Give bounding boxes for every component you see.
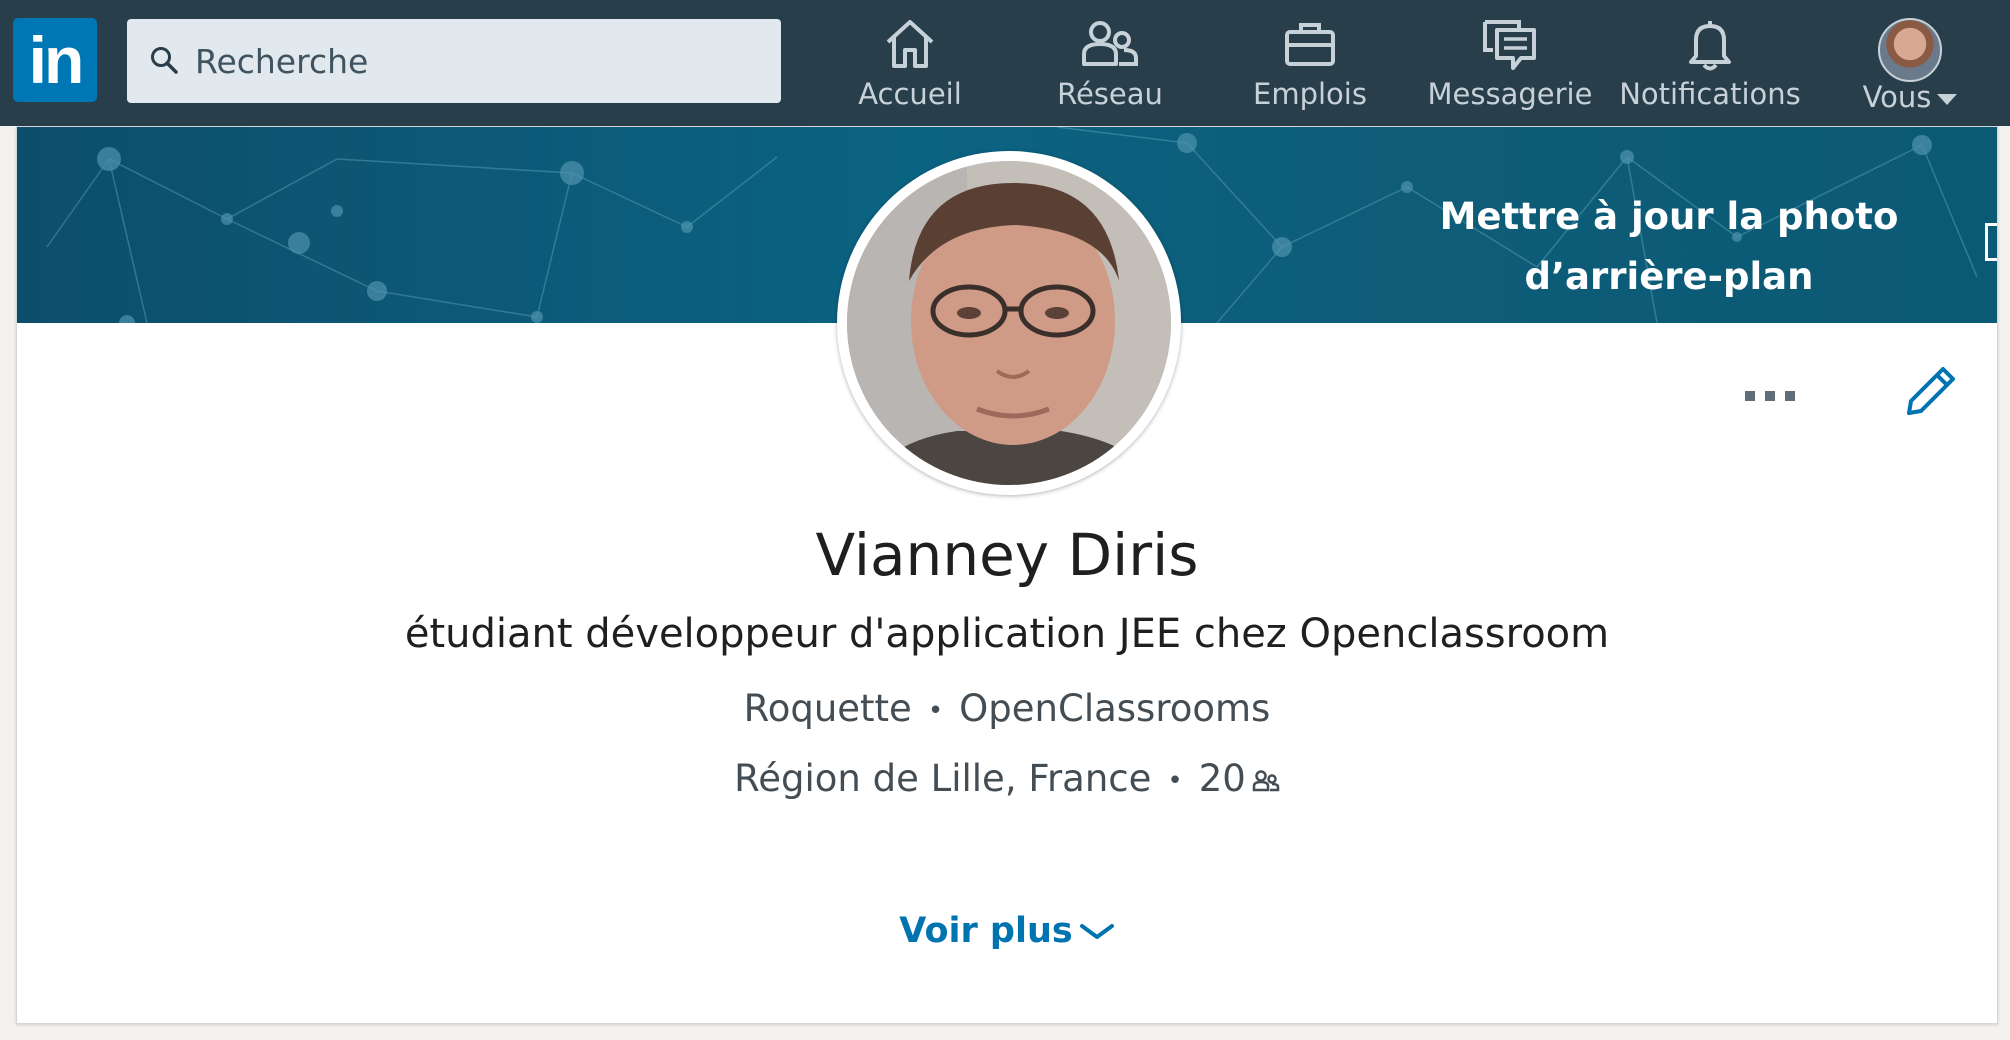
- chevron-down-icon: [1079, 924, 1114, 939]
- nav-label-me: Vous: [1862, 80, 1932, 114]
- nav-item-jobs[interactable]: Emplois: [1210, 0, 1410, 126]
- connections-icon: [1252, 769, 1280, 791]
- nav-item-notifications[interactable]: Notifications: [1610, 0, 1810, 126]
- nav-item-network[interactable]: Réseau: [1010, 0, 1210, 126]
- show-more-button[interactable]: Voir plus: [17, 911, 1997, 951]
- nav-label-home: Accueil: [858, 77, 962, 111]
- profile-school[interactable]: OpenClassrooms: [959, 687, 1270, 730]
- caret-down-icon: [1937, 93, 1958, 105]
- nav-label-network: Réseau: [1057, 77, 1163, 111]
- profile-card: Mettre à jour la photo d’arrière-plan Vi…: [16, 126, 1998, 1024]
- top-nav-bar: in Accueil Réseau Emplois: [0, 0, 2010, 126]
- bell-icon: [1689, 21, 1731, 71]
- home-icon: [886, 20, 934, 68]
- network-icon: [1082, 21, 1138, 66]
- update-background-photo-link[interactable]: Mettre à jour la photo d’arrière-plan: [1369, 187, 1969, 307]
- edit-background-icon[interactable]: [1985, 223, 1997, 261]
- search-icon: [151, 47, 178, 74]
- search-box[interactable]: [127, 19, 781, 103]
- nav-item-messaging[interactable]: Messagerie: [1410, 0, 1610, 126]
- separator-dot: •: [927, 695, 944, 726]
- search-input[interactable]: [195, 19, 755, 103]
- linkedin-logo[interactable]: in: [13, 18, 97, 102]
- more-actions-button[interactable]: [1745, 381, 1805, 411]
- profile-photo-portrait: [847, 161, 1171, 485]
- profile-location: Région de Lille, France: [734, 757, 1152, 800]
- show-more-label: Voir plus: [899, 911, 1073, 951]
- nav-label-messaging: Messagerie: [1427, 77, 1593, 111]
- profile-company-line: Roquette • OpenClassrooms: [17, 687, 1997, 730]
- profile-photo: [847, 161, 1171, 485]
- profile-name: Vianney Diris: [815, 521, 1199, 589]
- messaging-icon: [1483, 20, 1536, 70]
- connections-count[interactable]: 20: [1199, 757, 1246, 800]
- separator-dot: •: [1167, 765, 1183, 796]
- avatar: [1878, 18, 1942, 82]
- profile-location-line: Région de Lille, France • 20: [17, 757, 1997, 800]
- briefcase-icon: [1285, 23, 1335, 66]
- nav-label-jobs: Emplois: [1253, 77, 1367, 111]
- nav-item-home[interactable]: Accueil: [810, 0, 1010, 126]
- nav-label-me-wrap: Vous: [1810, 80, 2010, 114]
- profile-photo-frame[interactable]: [837, 151, 1181, 495]
- nav-label-notifications: Notifications: [1619, 77, 1801, 111]
- profile-headline: étudiant développeur d'application JEE c…: [404, 611, 1610, 657]
- pencil-icon[interactable]: [1903, 363, 1959, 419]
- profile-company[interactable]: Roquette: [744, 687, 912, 730]
- nav-item-me[interactable]: Vous: [1810, 0, 2010, 126]
